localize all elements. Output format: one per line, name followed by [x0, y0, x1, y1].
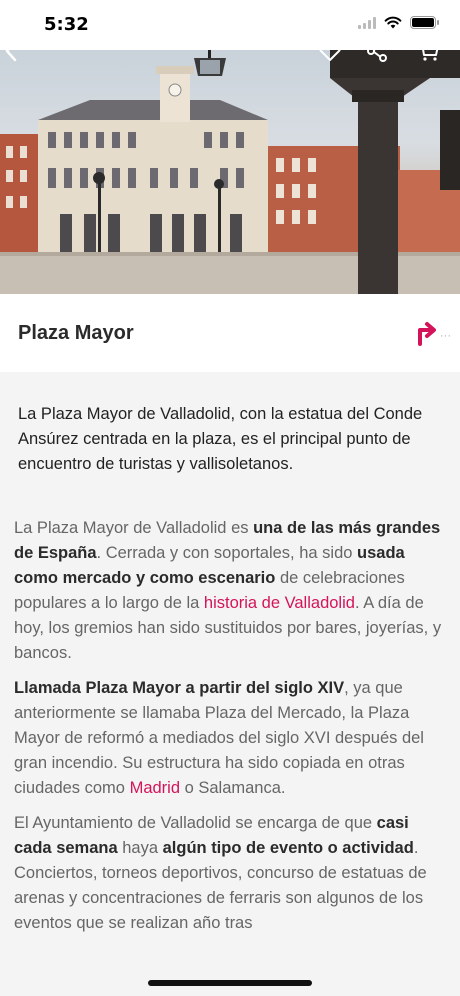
- directions-button[interactable]: [416, 320, 438, 351]
- cellular-signal-icon: [358, 16, 376, 29]
- link-historia-valladolid[interactable]: historia de Valladolid: [204, 594, 355, 612]
- text-run: o Salamanca.: [180, 779, 286, 797]
- text-run: La Plaza Mayor de Valladolid es: [14, 519, 254, 537]
- paragraph-3: El Ayuntamiento de Valladolid se encarga…: [14, 811, 444, 936]
- highlight-text: Llamada Plaza Mayor a partir del siglo X…: [14, 679, 345, 697]
- chevron-left-icon: [5, 50, 17, 62]
- cart-icon: [422, 50, 439, 61]
- favorite-button[interactable]: [318, 50, 352, 74]
- share-button[interactable]: [366, 50, 400, 74]
- battery-icon: [410, 16, 439, 29]
- plaza-illustration: [0, 50, 460, 294]
- more-dots-icon: ···: [440, 330, 451, 342]
- wifi-icon: [384, 16, 402, 29]
- intro-text: La Plaza Mayor de Valladolid, con la est…: [18, 405, 423, 473]
- status-bar: 5:32: [0, 0, 460, 50]
- share-icon: [367, 50, 387, 62]
- heart-icon: [319, 50, 341, 61]
- title-bar: Plaza Mayor: [0, 294, 460, 372]
- text-run: El Ayuntamiento de Valladolid se encarga…: [14, 814, 377, 832]
- highlight-text: algún tipo de evento o actividad: [162, 839, 414, 857]
- paragraph-2: Llamada Plaza Mayor a partir del siglo X…: [14, 676, 444, 801]
- home-indicator[interactable]: [148, 980, 312, 986]
- status-time: 5:32: [44, 14, 89, 35]
- text-run: . Cerrada y con soportales, ha sido: [96, 544, 358, 562]
- back-button[interactable]: [4, 50, 38, 74]
- text-run: haya: [117, 839, 163, 857]
- cart-button[interactable]: [416, 50, 450, 74]
- paragraph-1: La Plaza Mayor de Valladolid es una de l…: [14, 516, 444, 666]
- description-section: La Plaza Mayor de Valladolid es una de l…: [14, 516, 444, 946]
- hero-photo: [0, 50, 460, 294]
- status-icons: [358, 16, 439, 29]
- link-madrid[interactable]: Madrid: [130, 779, 180, 797]
- intro-section: La Plaza Mayor de Valladolid, con la est…: [0, 372, 460, 477]
- turn-right-arrow-icon: [418, 322, 436, 346]
- page-title: Plaza Mayor: [18, 322, 134, 344]
